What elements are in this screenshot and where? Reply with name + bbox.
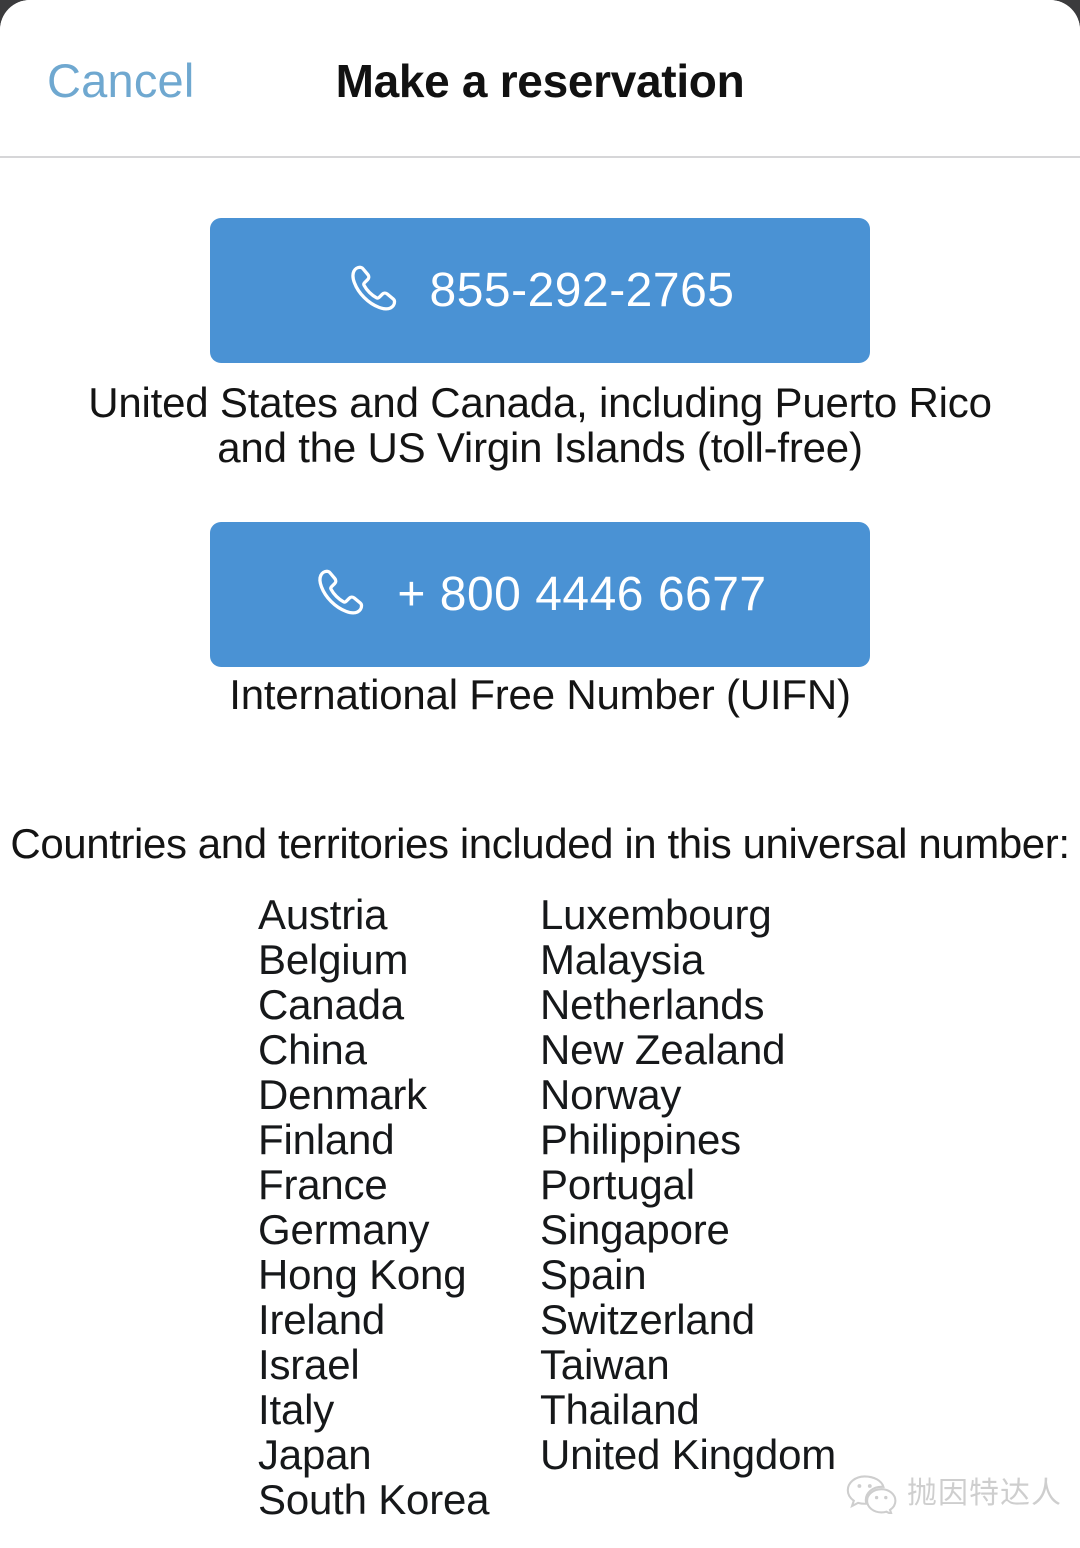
phone-icon: [313, 564, 375, 626]
country-item: South Korea: [258, 1476, 490, 1523]
wechat-icon: [845, 1474, 897, 1514]
caption-international: International Free Number (UIFN): [229, 671, 851, 718]
country-item: Austria: [258, 891, 388, 938]
countries-column-right: Luxembourg Malaysia Netherlands New Zealand…: [540, 892, 958, 1477]
nav-bar: Cancel Make a reservation: [0, 0, 1080, 158]
country-item: Switzerland: [540, 1296, 755, 1343]
country-item: Israel: [258, 1341, 360, 1388]
countries-heading: Countries and territories included in th…: [10, 820, 1070, 867]
call-number-international: + 800 4446 6677: [397, 567, 767, 621]
modal-sheet: Cancel Make a reservation 855-292-2765 U…: [0, 0, 1080, 1548]
country-item: Malaysia: [540, 936, 705, 983]
country-item: Luxembourg: [540, 891, 772, 938]
country-item: Thailand: [540, 1386, 700, 1433]
country-item: Philippines: [540, 1116, 741, 1163]
country-item: Hong Kong: [258, 1251, 467, 1298]
country-item: Norway: [540, 1071, 682, 1118]
country-item: Spain: [540, 1251, 647, 1298]
caption-domestic: United States and Canada, including Puer…: [88, 379, 992, 471]
phone-icon: [346, 260, 408, 322]
country-item: Ireland: [258, 1296, 386, 1343]
country-item: Portugal: [540, 1161, 695, 1208]
call-button-international[interactable]: + 800 4446 6677: [210, 522, 870, 667]
country-item: China: [258, 1026, 367, 1073]
country-item: Japan: [258, 1431, 372, 1478]
country-item: New Zealand: [540, 1026, 786, 1073]
call-button-domestic[interactable]: 855-292-2765: [210, 218, 870, 363]
country-item: Germany: [258, 1206, 430, 1253]
country-item: Italy: [258, 1386, 335, 1433]
country-item: Finland: [258, 1116, 395, 1163]
watermark-text: 抛因特达人: [907, 1477, 1062, 1510]
country-item: France: [258, 1161, 388, 1208]
page-title: Make a reservation: [335, 55, 745, 107]
country-item: Belgium: [258, 936, 409, 983]
watermark: 抛因特达人: [845, 1474, 1062, 1514]
country-item: United Kingdom: [540, 1431, 837, 1478]
country-item: Netherlands: [540, 981, 765, 1028]
country-item: Singapore: [540, 1206, 730, 1253]
country-item: Taiwan: [540, 1341, 670, 1388]
country-item: Canada: [258, 981, 404, 1028]
countries-list: Austria Belgium Canada China Denmark Finland F…: [258, 892, 958, 1522]
country-item: Denmark: [258, 1071, 427, 1118]
call-number-domestic: 855-292-2765: [429, 263, 735, 317]
countries-column-left: Austria Belgium Canada China Denmark Finland F…: [258, 892, 540, 1522]
